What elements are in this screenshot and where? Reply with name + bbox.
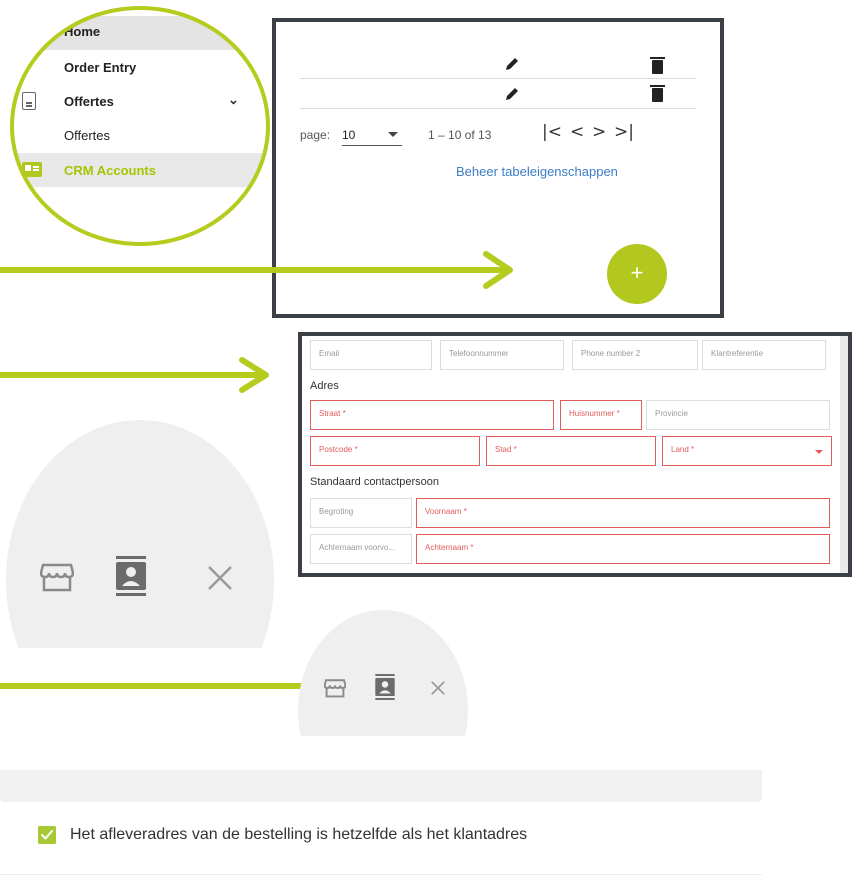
sidebar-item-label: Home [64, 24, 101, 39]
pointer-arrow [0, 251, 513, 289]
sidebar-subitem-offertes[interactable]: Offertes [0, 118, 262, 152]
close-icon[interactable] [206, 564, 234, 592]
default-contact-section-title: Standaard contactpersoon [310, 476, 440, 488]
edit-icon[interactable] [504, 56, 520, 72]
section-divider [0, 770, 762, 802]
delete-icon[interactable] [650, 85, 665, 102]
sidebar-item-home[interactable]: Home [0, 16, 262, 50]
caret-down-icon [388, 132, 398, 137]
last-name-prefix-field[interactable]: Achternaam voorvo... [310, 534, 412, 564]
first-name-field[interactable]: Voornaam * [416, 498, 830, 528]
same-address-checkbox[interactable] [38, 826, 56, 844]
house-number-field[interactable]: Huisnummer * [560, 400, 642, 430]
sidebar-item-crm-accounts[interactable]: CRM Accounts [0, 153, 262, 187]
close-icon[interactable] [430, 680, 446, 696]
page-size-select[interactable]: 10 [342, 128, 402, 146]
next-page-button[interactable]: > [592, 122, 606, 142]
id-card-icon [22, 162, 42, 177]
zoom-disc [6, 420, 274, 648]
last-name-field[interactable]: Achternaam * [416, 534, 830, 564]
same-address-checkbox-label: Het afleveradres van de bestelling is he… [70, 826, 528, 843]
zoom-disc [298, 610, 468, 736]
page-range-text: 1 – 10 of 13 [428, 128, 492, 142]
caret-down-icon [815, 450, 823, 454]
pointer-arrow [0, 669, 335, 703]
row-actions-zoom [6, 420, 274, 648]
chevron-down-icon[interactable]: ⌄ [228, 92, 239, 108]
account-form-zoom-panel: Email Telefoonnummer Phone number 2 Klan… [298, 332, 852, 577]
country-select-label: Land * [671, 445, 695, 454]
sidebar-item-label: Order Entry [64, 60, 137, 75]
phone-field[interactable]: Telefoonnummer [440, 340, 564, 370]
sidebar: Home Order Entry Offertes ⌄ Offertes CRM… [0, 0, 262, 200]
sidebar-item-label: Offertes [64, 94, 114, 109]
page-size-label: page: [300, 128, 331, 142]
sidebar-item-order-entry[interactable]: Order Entry [0, 50, 262, 84]
pointer-arrow [0, 357, 269, 393]
street-field[interactable]: Straat * [310, 400, 554, 430]
add-button[interactable]: + [607, 244, 667, 304]
table-row-divider [300, 108, 696, 109]
sidebar-item-label: CRM Accounts [64, 163, 156, 178]
scrollbar[interactable] [840, 336, 848, 573]
city-field[interactable]: Stad * [486, 436, 656, 466]
document-icon [22, 92, 36, 110]
edit-icon[interactable] [504, 86, 520, 102]
sidebar-zoom: Home Order Entry Offertes ⌄ Offertes CRM… [0, 0, 280, 250]
first-page-button[interactable]: |< [542, 122, 562, 142]
country-select[interactable]: Land * [662, 436, 832, 466]
address-section-title: Adres [310, 380, 339, 392]
contact-card-icon[interactable] [114, 556, 148, 596]
delete-icon[interactable] [650, 57, 665, 74]
budget-field[interactable]: Begroting [310, 498, 412, 528]
phone-2-field[interactable]: Phone number 2 [572, 340, 698, 370]
customer-reference-field[interactable]: Klantreferentie [702, 340, 826, 370]
email-field[interactable]: Email [310, 340, 432, 370]
province-field[interactable]: Provincie [646, 400, 830, 430]
sidebar-item-label: Offertes [64, 128, 111, 143]
manage-table-properties-link[interactable]: Beheer tabeleigenschappen [456, 164, 618, 179]
row-actions [298, 610, 468, 736]
last-page-button[interactable]: >| [614, 122, 634, 142]
sidebar-item-offertes[interactable]: Offertes ⌄ [0, 84, 262, 118]
contact-card-icon[interactable] [374, 674, 396, 700]
previous-page-button[interactable]: < [570, 122, 584, 142]
store-icon[interactable] [40, 562, 74, 592]
postcode-field[interactable]: Postcode * [310, 436, 480, 466]
store-icon[interactable] [324, 678, 346, 698]
table-row-divider [300, 78, 696, 79]
